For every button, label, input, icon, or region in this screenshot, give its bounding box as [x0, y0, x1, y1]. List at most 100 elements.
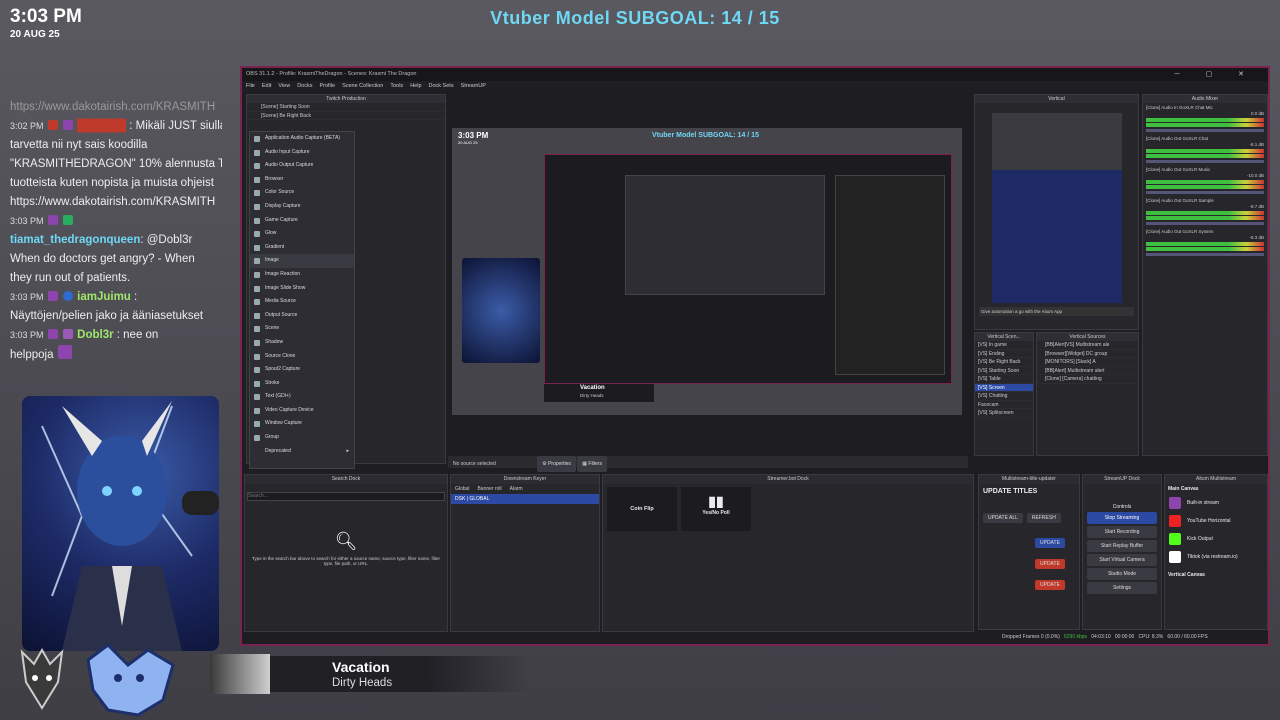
filters-button[interactable]: ▦ Filters: [577, 456, 608, 472]
gradient-icon: [254, 244, 260, 251]
menu-help[interactable]: Help: [410, 83, 421, 90]
preview-clock-date: 20 AUG 25: [458, 140, 478, 145]
volume-slider[interactable]: [1146, 129, 1264, 132]
settings-button[interactable]: Settings: [1087, 582, 1157, 594]
start-virtual-camera-button[interactable]: Start Virtual Camera: [1087, 554, 1157, 566]
start-recording-button[interactable]: Start Recording: [1087, 526, 1157, 538]
scene-item[interactable]: [Scene] Be Right Back: [247, 112, 445, 120]
output-row[interactable]: Built-in stream: [1165, 494, 1267, 512]
vertical-source-item[interactable]: [BB]Alert[VS] Multistream ale: [1037, 341, 1138, 350]
menu-item-window-capture[interactable]: Window Capture: [250, 417, 354, 431]
menu-item-slideshow[interactable]: Image Slide Show: [250, 282, 354, 296]
volume-slider[interactable]: [1146, 191, 1264, 194]
output-row[interactable]: YouTube Horizontal: [1165, 512, 1267, 530]
menu-item-image[interactable]: Image: [250, 254, 354, 268]
menu-item-browser[interactable]: Browser: [250, 173, 354, 187]
coin-flip-button[interactable]: Coin Flip: [607, 487, 677, 531]
tab-global[interactable]: Global: [455, 486, 469, 492]
menu-item-deprecated[interactable]: Deprecated ▸: [250, 445, 354, 459]
volume-meter: [1146, 154, 1264, 158]
menu-item-image-reaction[interactable]: Image Reaction: [250, 268, 354, 282]
menu-dock-sets[interactable]: Dock Sets: [429, 83, 454, 90]
menu-item-audio-output[interactable]: Audio Output Capture: [250, 159, 354, 173]
properties-button[interactable]: ⚙ Properties: [537, 456, 576, 472]
menu-item-shadow[interactable]: Shadow: [250, 336, 354, 350]
menu-view[interactable]: View: [278, 83, 290, 90]
menu-item-glow[interactable]: Glow: [250, 227, 354, 241]
refresh-button[interactable]: REFRESH: [1026, 513, 1061, 523]
menu-streamup[interactable]: StreamUP: [461, 83, 486, 90]
subgoal-title: Vtuber Model SUBGOAL: 14 / 15: [490, 8, 780, 28]
vertical-scene-item[interactable]: [VS] Table: [975, 375, 1033, 384]
output-row[interactable]: Tiktok (via restream.io): [1165, 548, 1267, 566]
menu-item-group[interactable]: Group: [250, 431, 354, 445]
audio-mixer-title: Audio Mixer: [1143, 95, 1267, 103]
menu-docks[interactable]: Docks: [297, 83, 312, 90]
folder-icon: [254, 435, 260, 442]
vertical-scene-item[interactable]: [VS] Splitscreen: [975, 409, 1033, 418]
update-all-button[interactable]: UPDATE ALL: [983, 513, 1023, 523]
update-button[interactable]: UPDATE: [1035, 538, 1065, 548]
chat-text: helppoja: [10, 349, 54, 361]
menu-item-output[interactable]: Output Source: [250, 309, 354, 323]
vertical-preview[interactable]: [991, 113, 1122, 303]
menu-item-app-audio[interactable]: Application Audio Capture (BETA): [250, 132, 354, 146]
aitum-title: Aitum Multistream: [1165, 475, 1267, 484]
menu-scene-collection[interactable]: Scene Collection: [342, 83, 383, 90]
dsk-item[interactable]: DSK | GLOBAL: [451, 494, 599, 504]
vertical-source-item[interactable]: [MONITORS] [Stack] A: [1037, 358, 1138, 367]
automation-banner: Give automation a go with the Aitum App: [979, 307, 1134, 316]
menu-item-video-capture[interactable]: Video Capture Device: [250, 404, 354, 418]
chat-timestamp: 3:03 PM: [10, 216, 44, 226]
menu-item-gradient[interactable]: Gradient: [250, 241, 354, 255]
volume-slider[interactable]: [1146, 222, 1264, 225]
obs-menubar: File Edit View Docks Profile Scene Colle…: [242, 81, 1268, 92]
menu-tools[interactable]: Tools: [390, 83, 403, 90]
vertical-scene-item[interactable]: [VS] Ending: [975, 350, 1033, 358]
obs-preview[interactable]: 3:03 PM 20 AUG 25 Vtuber Model SUBGOAL: …: [452, 128, 962, 415]
menu-item-text[interactable]: Text (GDI+): [250, 390, 354, 404]
menu-file[interactable]: File: [246, 83, 255, 90]
menu-item-color[interactable]: Color Source: [250, 186, 354, 200]
vertical-scene-item[interactable]: [VS] Starting Soon: [975, 367, 1033, 375]
stop-streaming-button[interactable]: Stop Streaming: [1087, 512, 1157, 524]
mixer-channel-db: -8.1 dB: [1249, 142, 1264, 147]
vertical-scene-item[interactable]: [VS] Be Right Back: [975, 358, 1033, 367]
update-button[interactable]: UPDATE: [1035, 580, 1065, 590]
chat-line: 3:02 PM ██████ : Mikäli JUST siulla: [10, 117, 222, 136]
tab-banner-roll[interactable]: Banner roll: [477, 486, 501, 492]
menu-item-stroke[interactable]: Stroke: [250, 377, 354, 391]
tab-alarm[interactable]: Alarm: [510, 486, 523, 492]
obs-window[interactable]: OBS 31.1.2 - Profile: KrasmiTheDragon - …: [240, 66, 1270, 646]
start-replay-buffer-button[interactable]: Start Replay Buffer: [1087, 540, 1157, 552]
vertical-source-item[interactable]: [Clone] [Camera] chatting: [1037, 375, 1138, 384]
output-row[interactable]: Kick Output: [1165, 530, 1267, 548]
menu-profile[interactable]: Profile: [319, 83, 335, 90]
camera-icon: [254, 407, 260, 414]
scene-item[interactable]: [Scene] Starting Soon: [247, 103, 445, 112]
menu-item-source-clone[interactable]: Source Clone: [250, 350, 354, 364]
vertical-sources-panel: Vertical Sources [BB]Alert[VS] Multistre…: [1036, 332, 1139, 456]
menu-item-audio-input[interactable]: Audio Input Capture: [250, 146, 354, 160]
volume-slider[interactable]: [1146, 253, 1264, 256]
menu-item-display[interactable]: Display Capture: [250, 200, 354, 214]
update-button[interactable]: UPDATE: [1035, 559, 1065, 569]
menu-item-scene[interactable]: Scene: [250, 322, 354, 336]
menu-item-media[interactable]: Media Source: [250, 295, 354, 309]
menu-edit[interactable]: Edit: [262, 83, 271, 90]
vertical-scene-item[interactable]: Facecam: [975, 401, 1033, 409]
poll-button[interactable]: ▮▮ Yes/No Poll: [681, 487, 751, 531]
volume-slider[interactable]: [1146, 160, 1264, 163]
window-controls[interactable]: ─ ▢ ✕: [1175, 70, 1256, 78]
menu-item-game[interactable]: Game Capture: [250, 214, 354, 228]
menu-item-spout2[interactable]: Spout2 Capture: [250, 363, 354, 377]
vertical-source-item[interactable]: [BB]Alert] Multistream alert: [1037, 367, 1138, 375]
search-input[interactable]: [247, 491, 445, 501]
vertical-scene-item[interactable]: [VS] In game: [975, 341, 1033, 350]
studio-mode-button[interactable]: Studio Mode: [1087, 568, 1157, 580]
text-icon: [254, 394, 260, 401]
vertical-source-item[interactable]: [Browser][Widget] DC group: [1037, 350, 1138, 358]
vertical-scene-item[interactable]: [VS] Chatting: [975, 392, 1033, 401]
mixer-channel-db: -8.7 dB: [1249, 204, 1264, 209]
vertical-scene-item[interactable]: [VS] Screen: [975, 383, 1033, 392]
